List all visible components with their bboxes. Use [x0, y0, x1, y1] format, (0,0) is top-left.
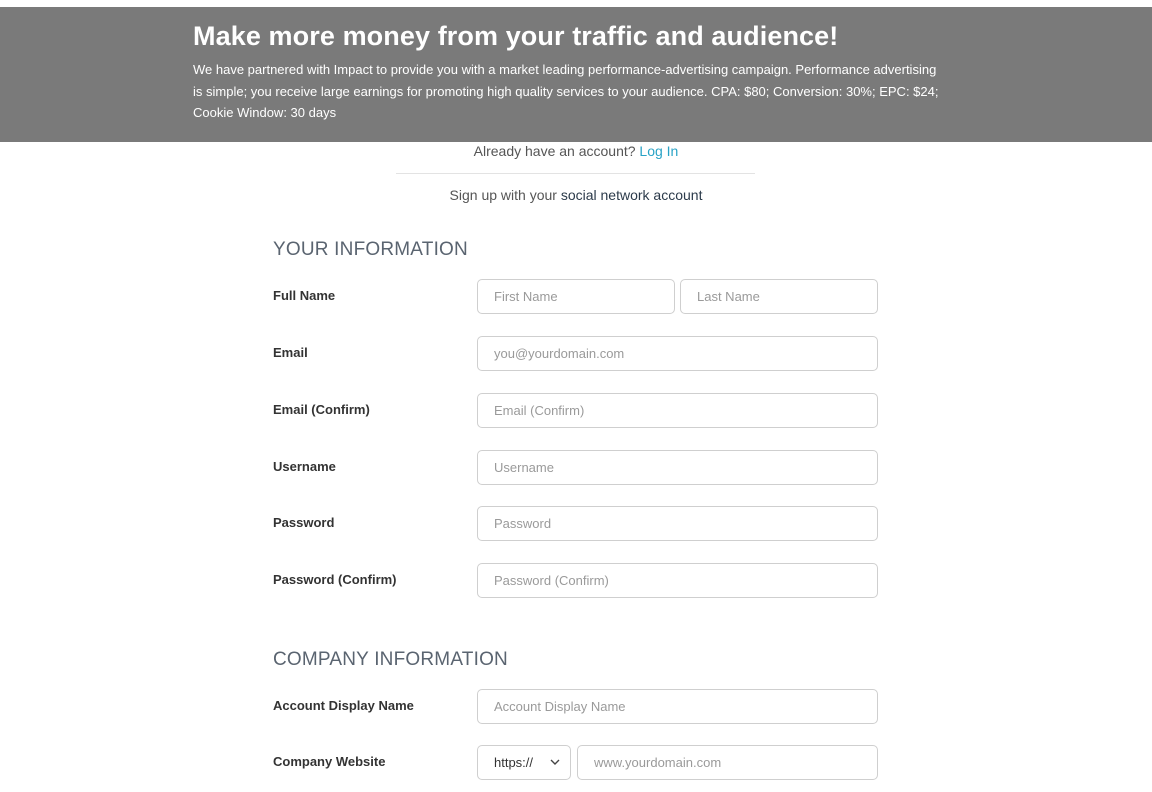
username-label: Username [273, 459, 336, 474]
login-prompt-text: Already have an account? [473, 143, 636, 159]
email-label: Email [273, 345, 308, 360]
first-name-input[interactable] [477, 279, 675, 314]
login-prompt: Already have an account? Log In [0, 143, 1152, 159]
account-display-name-label: Account Display Name [273, 698, 414, 713]
divider [396, 173, 755, 174]
password-input[interactable] [477, 506, 878, 541]
social-signup-text: Sign up with your [449, 187, 557, 203]
email-confirm-input[interactable] [477, 393, 878, 428]
banner-title: Make more money from your traffic and au… [193, 21, 839, 51]
banner-text: We have partnered with Impact to provide… [193, 62, 939, 120]
email-confirm-label: Email (Confirm) [273, 402, 370, 417]
protocol-select[interactable]: https:// [477, 745, 571, 780]
full-name-label: Full Name [273, 288, 336, 303]
social-signup-link[interactable]: social network account [561, 187, 703, 203]
your-information-heading: YOUR INFORMATION [273, 239, 468, 260]
company-website-input[interactable] [577, 745, 878, 780]
social-signup: Sign up with your social network account [0, 187, 1152, 203]
last-name-input[interactable] [680, 279, 878, 314]
promo-banner: Make more money from your traffic and au… [0, 7, 1152, 142]
company-website-label: Company Website [273, 754, 386, 769]
password-confirm-label: Password (Confirm) [273, 572, 397, 587]
top-strip [0, 0, 1152, 7]
header-fragment [4, 0, 74, 1]
password-confirm-input[interactable] [477, 563, 878, 598]
login-link[interactable]: Log In [639, 143, 678, 159]
email-input[interactable] [477, 336, 878, 371]
account-display-name-input[interactable] [477, 689, 878, 724]
chevron-down-icon [550, 746, 560, 792]
username-input[interactable] [477, 450, 878, 485]
company-information-heading: COMPANY INFORMATION [273, 649, 508, 670]
password-label: Password [273, 515, 335, 530]
